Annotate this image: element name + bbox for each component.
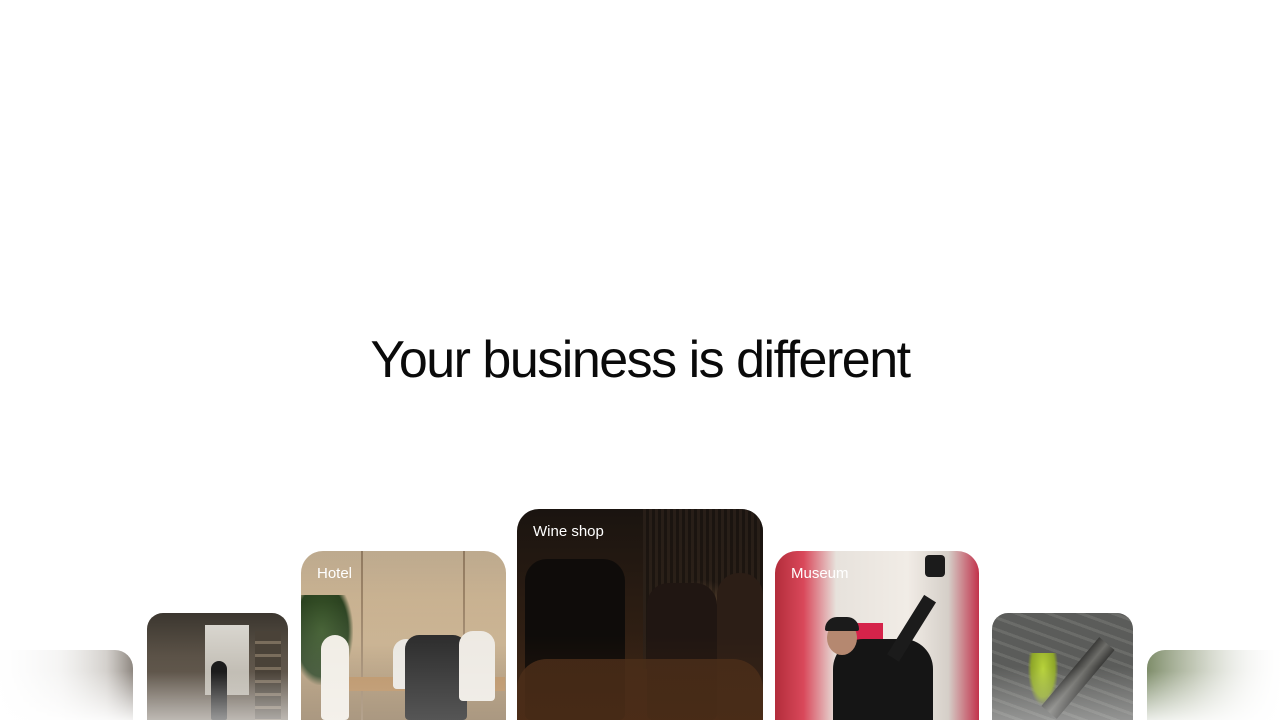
card-image-fade [0,650,133,720]
page-headline: Your business is different [370,331,911,389]
business-card-shop[interactable] [147,613,288,720]
card-photo-person [211,661,227,720]
card-photo-cap [825,617,859,631]
card-photo-chair [517,659,763,720]
card-label: Hotel [317,565,353,582]
card-label: Wine shop [533,523,604,540]
card-label: Museum [791,565,849,582]
card-photo-person [321,635,349,720]
card-photo-spotlight [925,555,945,577]
business-card-construction[interactable] [992,613,1133,720]
card-photo-person [405,635,467,720]
card-photo-wall-panel [361,551,363,720]
business-card-museum[interactable]: Museum [775,551,979,720]
business-card-hotel[interactable]: Hotel [301,551,506,720]
card-photo-person [459,631,495,701]
business-card-partial-left[interactable] [0,650,133,720]
business-card-wine-shop[interactable]: Wine shop [517,509,763,720]
card-photo-shelf [255,631,281,720]
business-card-partial-right[interactable] [1147,650,1280,720]
card-image-fade [1147,650,1280,720]
